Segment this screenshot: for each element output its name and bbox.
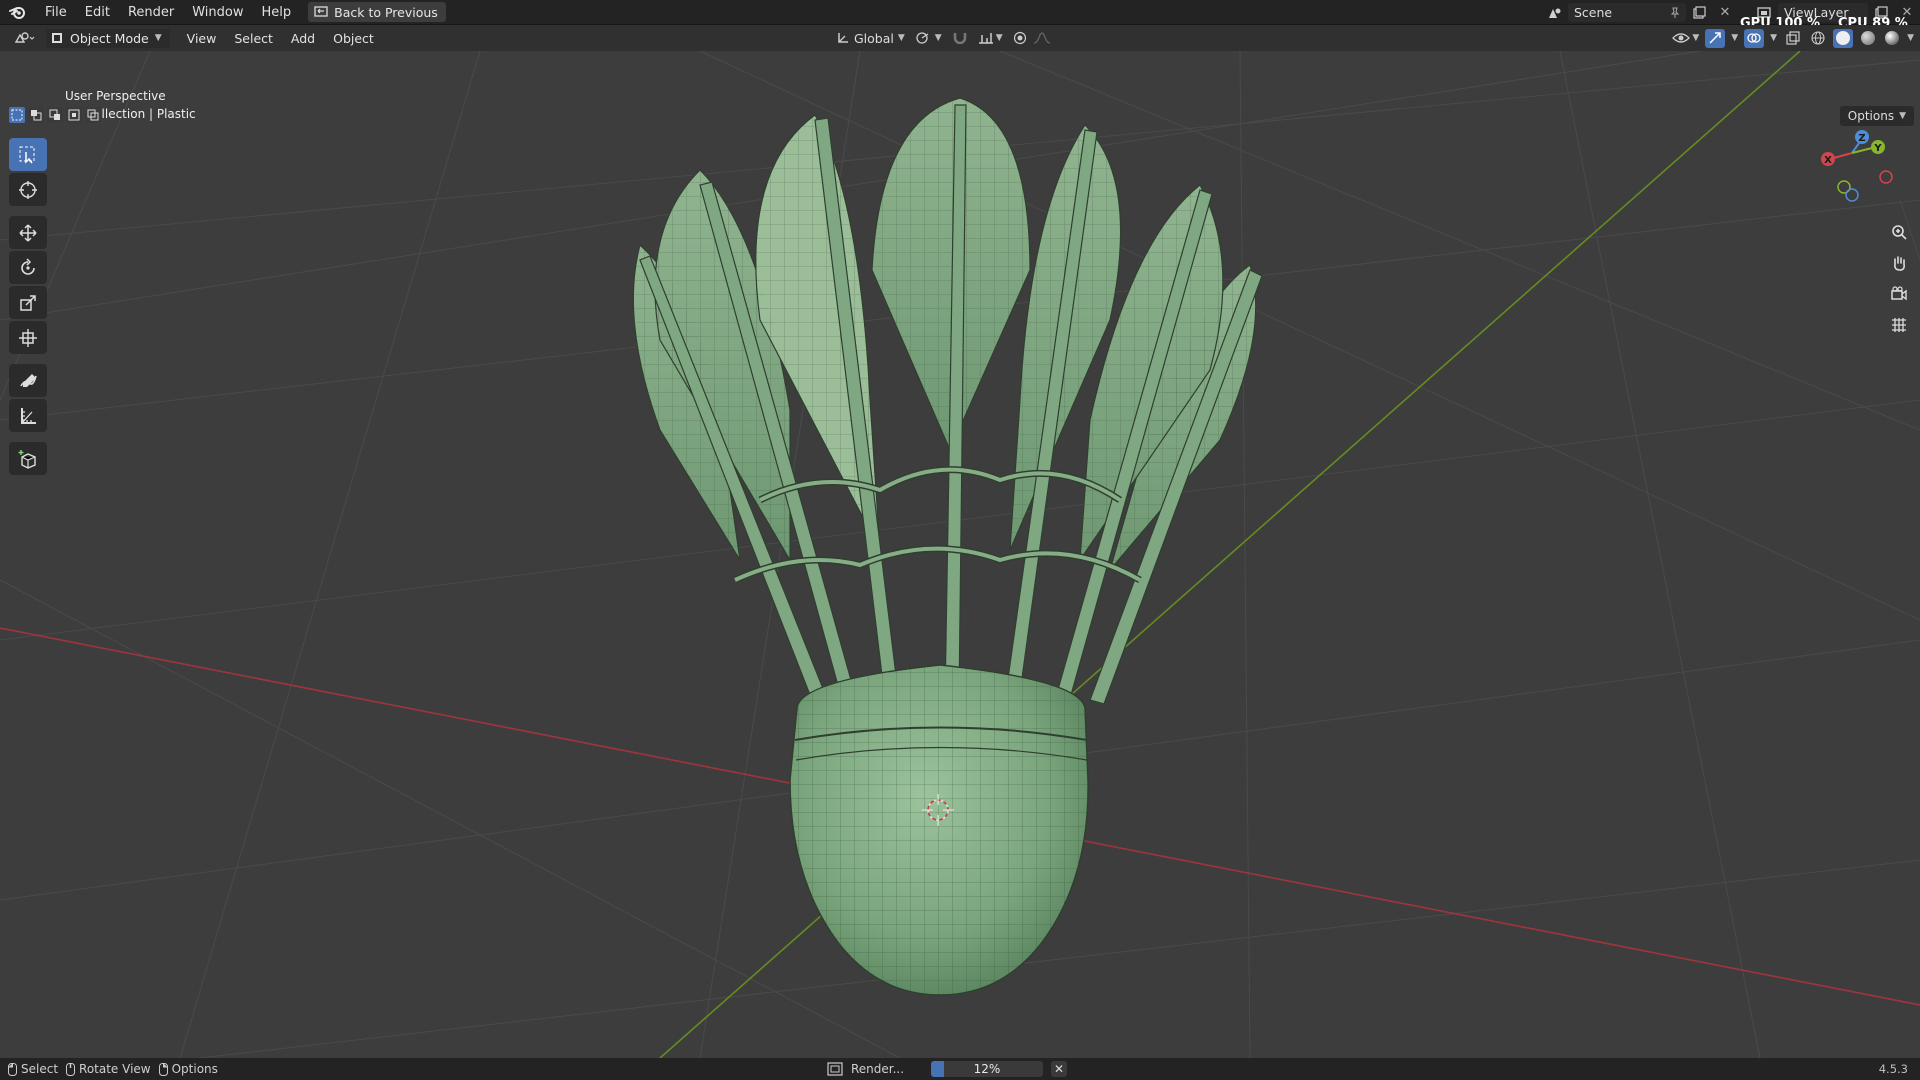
transform-tool-icon[interactable] — [9, 321, 47, 354]
shuttlecock-cork-base — [789, 664, 1089, 996]
move-tool-icon[interactable] — [9, 216, 47, 249]
overlays-toggle-icon[interactable] — [1744, 28, 1765, 48]
svg-text:X: X — [1824, 155, 1832, 166]
svg-text:Y: Y — [1873, 143, 1882, 154]
mouse-left-icon — [8, 1062, 17, 1076]
pivot-point-icon[interactable]: ▼ — [915, 31, 942, 45]
scene-selector-icon[interactable] — [1542, 3, 1568, 22]
object-mode-label: Object Mode — [70, 30, 149, 46]
cursor-tool-icon[interactable] — [9, 173, 47, 206]
back-to-previous-label: Back to Previous — [334, 4, 438, 20]
chevron-down-icon: ▼ — [897, 33, 905, 43]
snap-toggle-icon[interactable] — [952, 30, 968, 47]
transform-orientation-dropdown[interactable]: Global ▼ — [836, 31, 905, 46]
new-scene-icon[interactable] — [1686, 3, 1712, 22]
status-bar: Select Rotate View Options Render... 12%… — [0, 1058, 1920, 1080]
navigation-buttons — [1886, 219, 1912, 338]
select-intersect-icon[interactable] — [85, 107, 101, 123]
select-extend-icon[interactable] — [28, 107, 44, 123]
orientation-axes-icon — [838, 33, 848, 43]
select-box-tool-icon[interactable] — [9, 138, 47, 171]
menu-view[interactable]: View — [178, 31, 226, 46]
selection-mode-buttons — [9, 107, 101, 123]
viewport-scene[interactable] — [0, 51, 1920, 1058]
editor-type-icon[interactable] — [10, 29, 40, 48]
chevron-down-icon: ▼ — [154, 33, 162, 43]
wireframe-shading-icon[interactable] — [1809, 31, 1827, 45]
object-mode-icon — [52, 33, 62, 43]
snap-target-icon[interactable]: ▼ — [978, 31, 1003, 45]
status-rotate-label: Rotate View — [79, 1062, 151, 1076]
chevron-down-icon[interactable]: ▼ — [1907, 33, 1914, 43]
status-options-hint: Options — [158, 1062, 218, 1076]
menu-help[interactable]: Help — [253, 0, 301, 25]
cancel-render-button[interactable]: ✕ — [1051, 1061, 1067, 1077]
menu-select[interactable]: Select — [225, 31, 282, 46]
menu-file[interactable]: File — [36, 0, 76, 25]
orientation-label: Global — [854, 30, 894, 46]
status-rotate-hint: Rotate View — [66, 1062, 151, 1076]
orthographic-toggle-icon[interactable] — [1886, 312, 1912, 338]
pan-hand-icon[interactable] — [1886, 250, 1912, 276]
menu-object[interactable]: Object — [324, 31, 383, 46]
render-progress-text: 12% — [973, 1062, 1001, 1076]
visibility-eye-icon[interactable]: ▼ — [1672, 31, 1699, 45]
render-progress-bar: 12% — [931, 1061, 1043, 1077]
viewport-header: Object Mode ▼ View Select Add Object Glo… — [0, 25, 1920, 51]
camera-view-icon[interactable] — [1886, 281, 1912, 307]
menu-edit[interactable]: Edit — [76, 0, 119, 25]
solid-shading-icon[interactable] — [1833, 28, 1854, 48]
object-mode-dropdown[interactable]: Object Mode ▼ — [46, 28, 170, 48]
transform-tools: Global ▼ ▼ ▼ — [836, 25, 1051, 51]
back-to-previous-button[interactable]: Back to Previous — [308, 2, 446, 22]
status-select-hint: Select — [8, 1062, 58, 1076]
menu-add[interactable]: Add — [282, 31, 324, 46]
select-subtract-icon[interactable] — [47, 107, 63, 123]
annotate-tool-icon[interactable] — [9, 364, 47, 397]
gizmo-toggle-icon[interactable] — [1705, 28, 1726, 48]
xray-toggle-icon[interactable] — [1783, 29, 1803, 48]
render-job-icon — [827, 1062, 843, 1076]
zoom-icon[interactable] — [1886, 219, 1912, 245]
scene-name-field[interactable]: Scene — [1568, 3, 1686, 22]
mouse-middle-icon — [66, 1062, 76, 1076]
rotate-tool-icon[interactable] — [9, 251, 47, 284]
scene-name: Scene — [1574, 5, 1613, 20]
viewport-display-tools: ▼ ▼ ▼ ▼ — [1672, 25, 1914, 51]
pin-icon[interactable] — [1670, 7, 1680, 19]
menu-render[interactable]: Render — [119, 0, 183, 25]
scale-tool-icon[interactable] — [9, 286, 47, 319]
menu-window[interactable]: Window — [183, 0, 252, 25]
add-cube-tool-icon[interactable] — [9, 442, 47, 475]
proportional-edit-icon[interactable] — [1013, 31, 1051, 45]
svg-text:Z: Z — [1858, 133, 1865, 144]
material-shading-icon[interactable] — [1859, 31, 1877, 45]
measure-tool-icon[interactable] — [9, 399, 47, 432]
status-select-label: Select — [21, 1062, 59, 1076]
chevron-down-icon[interactable]: ▼ — [1770, 33, 1777, 43]
chevron-down-icon[interactable]: ▼ — [1731, 33, 1738, 43]
screen-back-icon — [314, 6, 328, 17]
delete-scene-icon[interactable]: ✕ — [1712, 3, 1738, 22]
render-progress-area: Render... 12% ✕ — [827, 1058, 1067, 1080]
3d-viewport[interactable]: User Perspective (1) Collection | Plasti… — [0, 51, 1920, 1058]
select-invert-icon[interactable] — [66, 107, 82, 123]
top-menu-bar: File Edit Render Window Help Back to Pre… — [0, 0, 1920, 31]
render-label: Render... — [851, 1062, 905, 1076]
falloff-curve-icon[interactable] — [1033, 31, 1051, 45]
tool-shelf — [9, 138, 47, 475]
select-new-icon[interactable] — [9, 107, 25, 123]
mouse-right-icon — [158, 1062, 168, 1076]
navigation-gizmo[interactable]: Z Y X — [1812, 91, 1902, 211]
version-label: 4.5.3 — [1878, 1062, 1908, 1076]
perspective-label: User Perspective — [65, 89, 166, 103]
status-options-label: Options — [171, 1062, 218, 1076]
blender-logo-icon[interactable] — [0, 0, 36, 25]
rendered-shading-icon[interactable] — [1883, 31, 1901, 45]
